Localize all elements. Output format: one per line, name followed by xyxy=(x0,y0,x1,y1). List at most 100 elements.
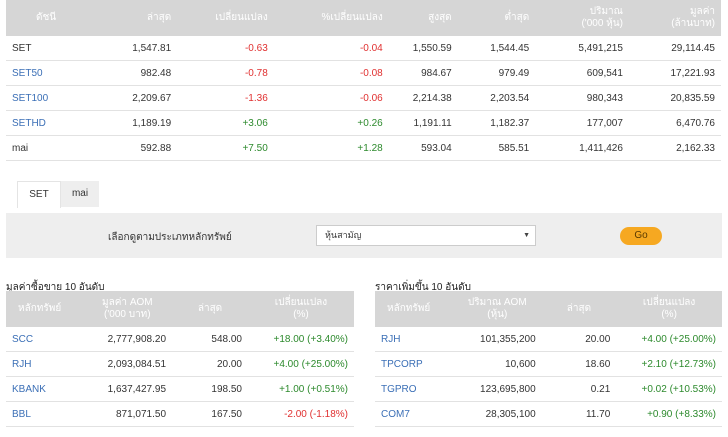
index-name[interactable]: SETHD xyxy=(6,110,97,136)
top-value-table: หลักทรัพย์ มูลค่า AOM ('000 บาท) ล่าสุด … xyxy=(6,291,354,427)
index-row: mai 592.88 +7.50 +1.28 593.04 585.51 1,411,426… xyxy=(6,135,721,161)
change-cell: +0.90 (+8.33%) xyxy=(616,401,722,427)
col-header-security: หลักทรัพย์ xyxy=(6,291,83,327)
index-name[interactable]: SET50 xyxy=(6,60,97,86)
index-pct-change: +1.28 xyxy=(273,135,389,161)
change-cell: +18.00 (+3.40%) xyxy=(247,327,354,352)
col-header-change-pct: เปลี่ยนแปลง (%) xyxy=(247,291,354,327)
last-price-cell: 198.50 xyxy=(172,376,248,402)
security-link[interactable]: KBANK xyxy=(6,376,83,402)
index-low: 2,203.54 xyxy=(457,85,536,111)
index-pct-change: +0.26 xyxy=(273,110,389,136)
security-type-selected-value: หุ้นสามัญ xyxy=(325,230,362,240)
index-change: -0.78 xyxy=(177,60,274,86)
index-name: mai xyxy=(6,135,97,161)
index-pct-change: -0.04 xyxy=(273,36,389,61)
aom-cell: 123,695,800 xyxy=(452,376,542,402)
last-price-cell: 11.70 xyxy=(541,401,617,427)
go-button[interactable]: Go xyxy=(620,227,662,245)
top-gainers-table: หลักทรัพย์ ปริมาณ AOM (หุ้น) ล่าสุด เปลี… xyxy=(375,291,722,427)
security-link[interactable]: COM7 xyxy=(375,401,453,427)
index-value: 2,162.33 xyxy=(628,135,721,161)
tab-set[interactable]: SET xyxy=(17,181,61,208)
index-table-header: ดัชนี ล่าสุด เปลี่ยนแปลง %เปลี่ยนแปลง สู… xyxy=(6,0,721,36)
change-cell: -2.00 (-1.18%) xyxy=(247,401,354,427)
index-low: 585.51 xyxy=(457,135,536,161)
index-change: +7.50 xyxy=(177,135,274,161)
top-gainers-header: หลักทรัพย์ ปริมาณ AOM (หุ้น) ล่าสุด เปลี… xyxy=(375,291,722,327)
index-volume: 1,411,426 xyxy=(535,135,629,161)
col-header-security: หลักทรัพย์ xyxy=(375,291,453,327)
col-header-high: สูงสุด xyxy=(388,0,458,36)
security-link[interactable]: BBL xyxy=(6,401,83,427)
last-price-cell: 167.50 xyxy=(172,401,248,427)
index-last: 1,547.81 xyxy=(96,36,178,61)
index-low: 979.49 xyxy=(457,60,536,86)
aom-cell: 2,093,084.51 xyxy=(82,351,173,377)
index-high: 984.67 xyxy=(388,60,458,86)
col-header-pct-change: %เปลี่ยนแปลง xyxy=(273,0,389,36)
col-header-aom-volume: ปริมาณ AOM (หุ้น) xyxy=(452,291,542,327)
index-high: 2,214.38 xyxy=(388,85,458,111)
index-volume: 609,541 xyxy=(535,60,629,86)
col-header-volume: ปริมาณ ('000 หุ้น) xyxy=(535,0,629,36)
security-link[interactable]: RJH xyxy=(375,327,453,352)
index-row: SET50 982.48 -0.78 -0.08 984.67 979.49 609,541… xyxy=(6,60,721,86)
index-volume: 980,343 xyxy=(535,85,629,111)
change-cell: +1.00 (+0.51%) xyxy=(247,376,354,402)
index-row: SETHD 1,189.19 +3.06 +0.26 1,191.11 1,182.37 1… xyxy=(6,110,721,136)
col-header-low: ต่ำสุด xyxy=(457,0,536,36)
last-price-cell: 0.21 xyxy=(541,376,617,402)
index-change: -1.36 xyxy=(177,85,274,111)
change-cell: +4.00 (+25.00%) xyxy=(247,351,354,377)
table-row: RJH 2,093,084.51 20.00 +4.00 (+25.00%) xyxy=(6,351,354,377)
index-row: SET100 2,209.67 -1.36 -0.06 2,214.38 2,203.54… xyxy=(6,85,721,111)
index-last: 2,209.67 xyxy=(96,85,178,111)
table-row: RJH 101,355,200 20.00 +4.00 (+25.00%) xyxy=(375,327,722,352)
table-row: BBL 871,071.50 167.50 -2.00 (-1.18%) xyxy=(6,401,354,427)
last-price-cell: 18.60 xyxy=(541,351,617,377)
table-row: TGPRO 123,695,800 0.21 +0.02 (+10.53%) xyxy=(375,376,722,402)
index-row: SET 1,547.81 -0.63 -0.04 1,550.59 1,544.45 5,4… xyxy=(6,36,721,61)
aom-cell: 2,777,908.20 xyxy=(82,327,173,352)
security-type-select[interactable]: หุ้นสามัญ ▼ xyxy=(316,225,536,246)
col-header-change: เปลี่ยนแปลง xyxy=(177,0,274,36)
col-header-index: ดัชนี xyxy=(6,0,97,36)
index-last: 1,189.19 xyxy=(96,110,178,136)
security-type-filter-bar: เลือกดูตามประเภทหลักทรัพย์ หุ้นสามัญ ▼ G… xyxy=(6,213,722,258)
last-price-cell: 548.00 xyxy=(172,327,248,352)
index-last: 592.88 xyxy=(96,135,178,161)
index-high: 593.04 xyxy=(388,135,458,161)
index-volume: 5,491,215 xyxy=(535,36,629,61)
index-value: 6,470.76 xyxy=(628,110,721,136)
table-row: TPCORP 10,600 18.60 +2.10 (+12.73%) xyxy=(375,351,722,377)
index-name[interactable]: SET100 xyxy=(6,85,97,111)
col-header-change-pct: เปลี่ยนแปลง (%) xyxy=(616,291,722,327)
table-row: SCC 2,777,908.20 548.00 +18.00 (+3.40%) xyxy=(6,327,354,352)
col-header-last: ล่าสุด xyxy=(96,0,178,36)
index-low: 1,182.37 xyxy=(457,110,536,136)
index-pct-change: -0.06 xyxy=(273,85,389,111)
security-link[interactable]: TPCORP xyxy=(375,351,453,377)
index-value: 17,221.93 xyxy=(628,60,721,86)
table-row: COM7 28,305,100 11.70 +0.90 (+8.33%) xyxy=(375,401,722,427)
caret-down-icon: ▼ xyxy=(523,232,530,239)
security-link[interactable]: TGPRO xyxy=(375,376,453,402)
index-value: 29,114.45 xyxy=(628,36,721,61)
index-low: 1,544.45 xyxy=(457,36,536,61)
col-header-last: ล่าสุด xyxy=(172,291,248,327)
index-high: 1,550.59 xyxy=(388,36,458,61)
change-cell: +4.00 (+25.00%) xyxy=(616,327,722,352)
security-link[interactable]: RJH xyxy=(6,351,83,377)
tab-mai[interactable]: mai xyxy=(61,181,99,207)
index-value: 20,835.59 xyxy=(628,85,721,111)
col-header-aom-value: มูลค่า AOM ('000 บาท) xyxy=(82,291,173,327)
index-change: +3.06 xyxy=(177,110,274,136)
index-volume: 177,007 xyxy=(535,110,629,136)
filter-label: เลือกดูตามประเภทหลักทรัพย์ xyxy=(108,232,232,243)
change-cell: +2.10 (+12.73%) xyxy=(616,351,722,377)
col-header-last: ล่าสุด xyxy=(541,291,617,327)
aom-cell: 28,305,100 xyxy=(452,401,542,427)
index-pct-change: -0.08 xyxy=(273,60,389,86)
security-link[interactable]: SCC xyxy=(6,327,83,352)
